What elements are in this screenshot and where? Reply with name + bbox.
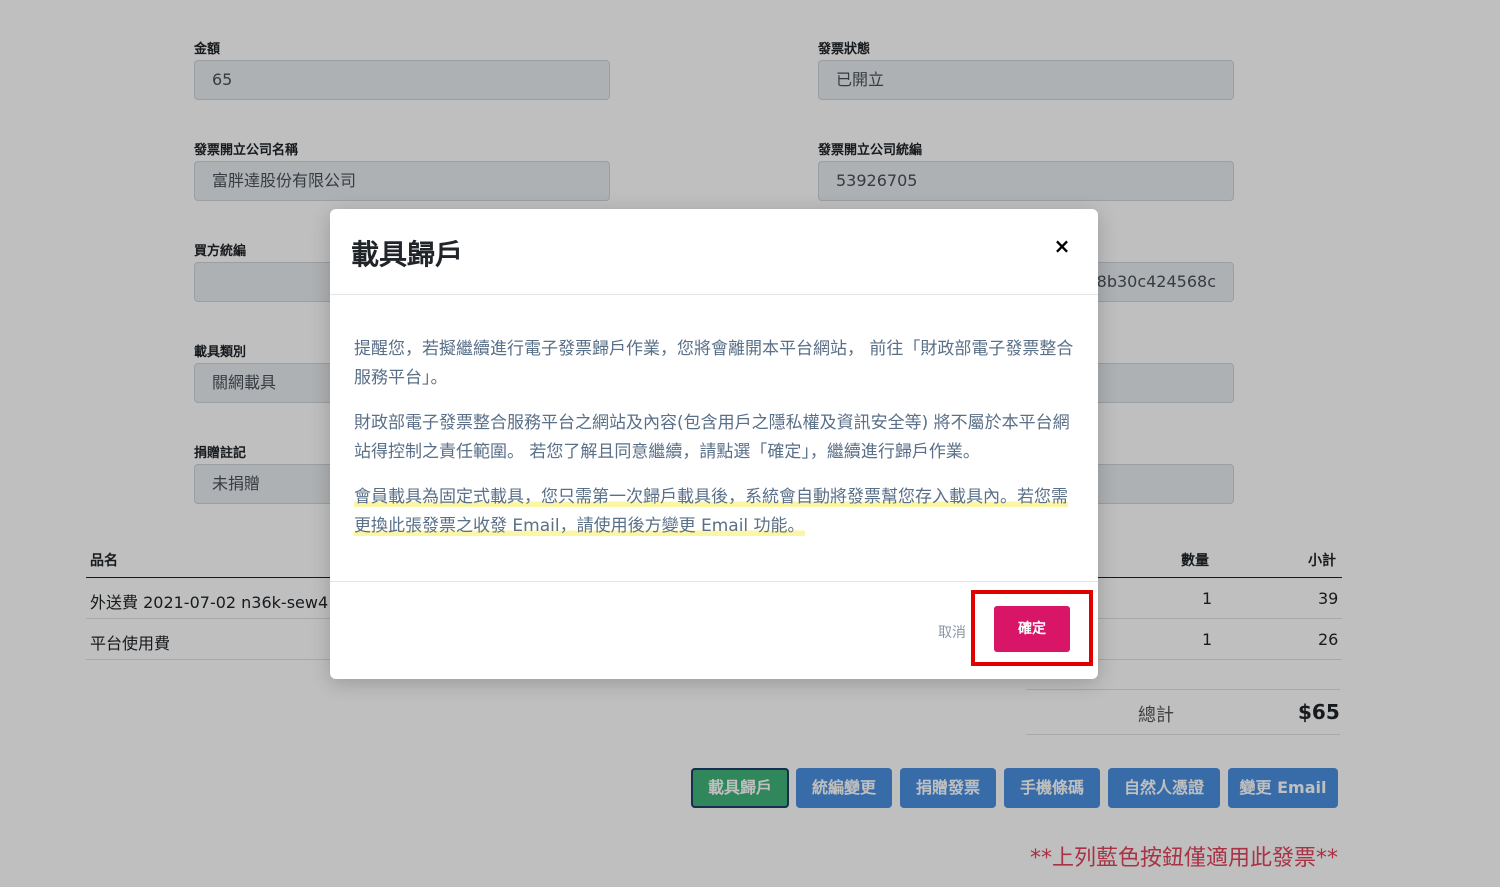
highlighted-text: 會員載具為固定式載具，您只需第一次歸戶載具後，系統會自動將發票幫您存入載具內。若… [354, 487, 1068, 536]
modal-header: 載具歸戶 × [330, 209, 1098, 295]
close-icon[interactable]: × [1050, 234, 1074, 258]
modal-highlighted-paragraph: 會員載具為固定式載具，您只需第一次歸戶載具後，系統會自動將發票幫您存入載具內。若… [354, 483, 1076, 541]
modal-paragraph: 提醒您，若擬繼續進行電子發票歸戶作業，您將會離開本平台網站， 前往「財政部電子發… [354, 339, 1074, 388]
modal-title: 載具歸戶 [351, 238, 464, 271]
cancel-button[interactable]: 取消 [938, 622, 966, 642]
highlight-annotation-box [971, 590, 1093, 666]
modal-paragraph: 財政部電子發票整合服務平台之網站及內容(包含用戶之隱私權及資訊安全等) 將不屬於… [354, 413, 1070, 462]
modal-body: 提醒您，若擬繼續進行電子發票歸戶作業，您將會離開本平台網站， 前往「財政部電子發… [354, 335, 1076, 557]
